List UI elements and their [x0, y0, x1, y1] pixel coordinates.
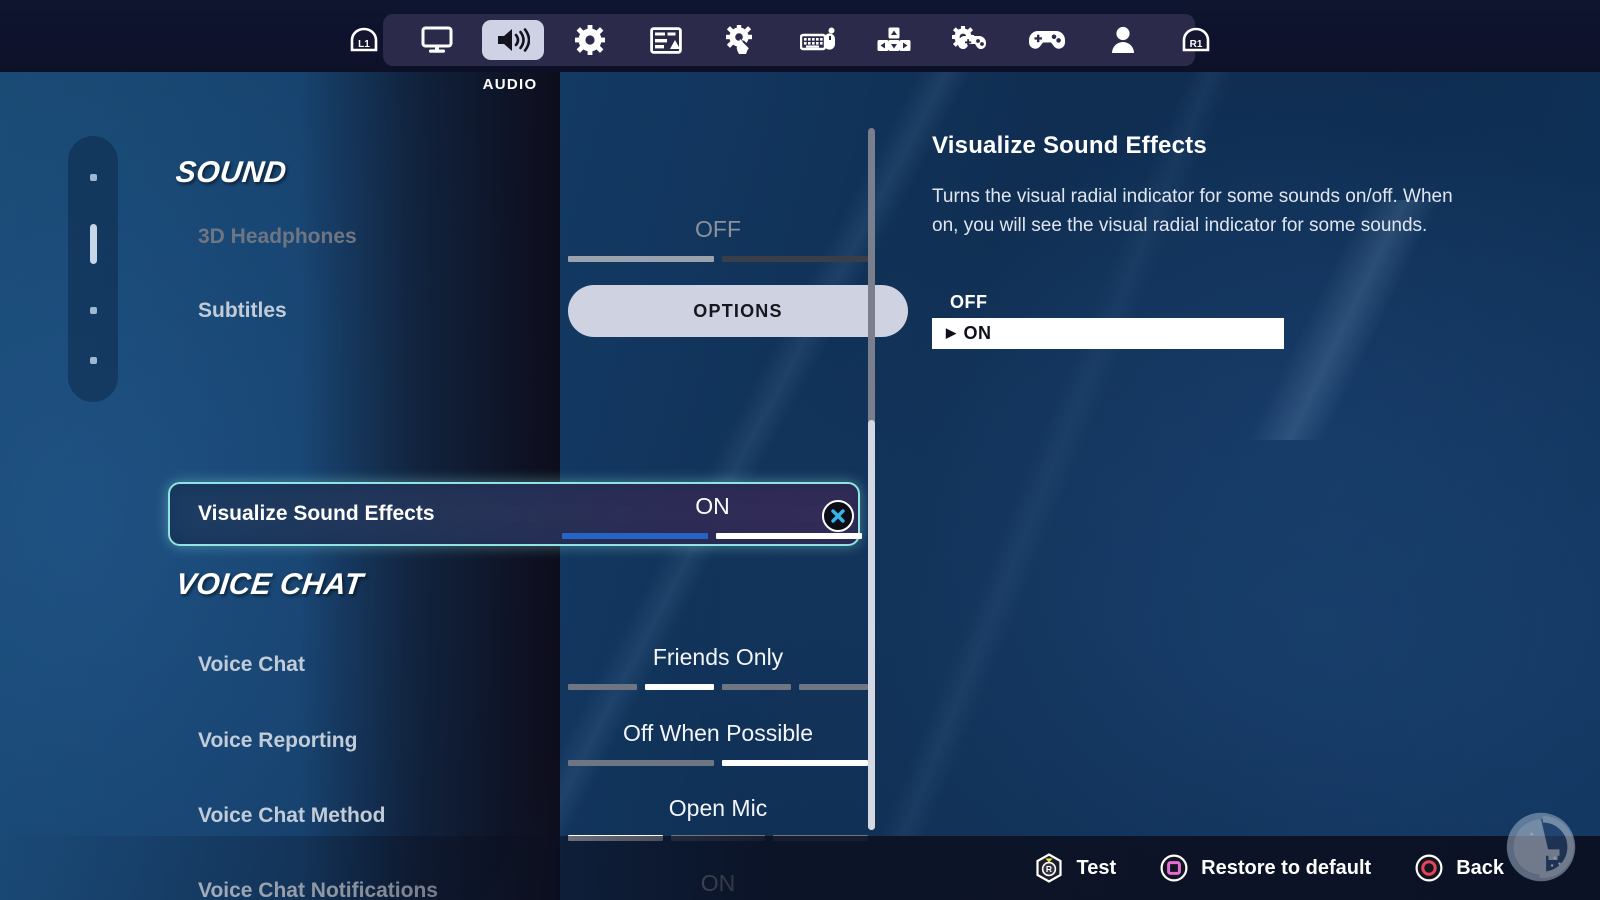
- segment-0: [568, 760, 714, 766]
- detail-options-list: OFF ▶ ON: [932, 287, 1492, 349]
- segment-1: [645, 684, 714, 690]
- active-tab-label: AUDIO: [482, 76, 538, 93]
- page-indicator[interactable]: [68, 136, 118, 402]
- tab-right-bumper[interactable]: R1: [1168, 20, 1224, 60]
- gear-hand-icon: [725, 25, 752, 54]
- ps-cross-button-icon[interactable]: [822, 500, 854, 532]
- speaker-icon: [498, 28, 531, 52]
- gear-icon: [574, 25, 605, 55]
- section-header-voice-chat: VOICE CHAT: [174, 568, 365, 601]
- dpad-keys-icon: [877, 27, 911, 51]
- setting-value: Friends Only: [652, 644, 784, 670]
- tab-account[interactable]: [1092, 20, 1154, 60]
- setting-row-visualize-sound-effects-selected[interactable]: Visualize Sound Effects ON: [168, 482, 863, 546]
- setting-value: ON: [695, 493, 730, 519]
- page-dot-3: [89, 357, 97, 365]
- setting-control[interactable]: Off When Possible: [568, 710, 868, 772]
- segment-1: [722, 760, 868, 766]
- segment-indicator: [568, 684, 868, 690]
- segment-1: [716, 533, 863, 539]
- circle-button-icon: [1415, 854, 1443, 882]
- detail-option-label: ON: [963, 322, 992, 343]
- detail-description: Turns the visual radial indicator for so…: [932, 186, 1453, 237]
- detail-option-on-selected[interactable]: ▶ ON: [932, 317, 1284, 349]
- setting-control[interactable]: OPTIONS: [568, 280, 908, 342]
- setting-value: Open Mic: [668, 795, 768, 821]
- page-dot-0: [89, 173, 97, 181]
- detail-option-label: OFF: [950, 291, 988, 312]
- hud-layout-icon: [649, 26, 682, 54]
- settings-list: SOUND 3D Headphones OFF Subtitles OPTION…: [168, 130, 908, 900]
- setting-label: Voice Chat: [198, 653, 305, 676]
- detail-option-off[interactable]: OFF: [932, 287, 1492, 318]
- tab-controller-config[interactable]: [939, 20, 1001, 60]
- bumper-l1-icon: L1: [350, 27, 378, 52]
- tab-accessibility[interactable]: [711, 20, 773, 60]
- segment-3: [799, 684, 868, 690]
- person-icon: [1111, 26, 1134, 53]
- cross-glyph-icon: [831, 509, 845, 523]
- svg-text:L1: L1: [358, 39, 370, 50]
- setting-label: Subtitles: [198, 299, 287, 322]
- action-restore-to-default[interactable]: Restore to default: [1160, 854, 1371, 882]
- detail-title: Visualize Sound Effects: [932, 132, 1207, 159]
- setting-value: OFF: [695, 216, 741, 242]
- action-label: Back: [1456, 856, 1504, 879]
- detail-panel: Visualize Sound Effects Turns the visual…: [932, 132, 1492, 349]
- controller-icon: [1028, 31, 1065, 49]
- segment-indicator: [568, 760, 868, 766]
- tab-left-bumper[interactable]: L1: [336, 20, 392, 60]
- tab-controller[interactable]: [1016, 20, 1078, 60]
- segment-0: [568, 684, 637, 690]
- svg-text:R1: R1: [1189, 39, 1202, 50]
- setting-control[interactable]: ON: [562, 483, 863, 545]
- segment-0: [562, 533, 709, 539]
- segment-indicator: [568, 256, 868, 262]
- options-button[interactable]: OPTIONS: [568, 285, 908, 337]
- tab-game[interactable]: [559, 20, 621, 60]
- caret-right-icon: ▶: [946, 325, 957, 341]
- section-header-sound: SOUND: [174, 156, 289, 189]
- tab-video[interactable]: [406, 20, 468, 60]
- square-button-icon: [1160, 854, 1188, 882]
- setting-row-voice-chat[interactable]: Voice Chat Friends Only: [170, 634, 870, 696]
- gg-watermark-logo: [1506, 812, 1576, 882]
- action-label: Restore to default: [1201, 856, 1372, 879]
- segment-indicator: [562, 533, 863, 539]
- svg-text:R: R: [1045, 864, 1051, 874]
- action-label: Test: [1076, 856, 1117, 879]
- setting-control[interactable]: OFF: [568, 206, 868, 268]
- bottom-action-bar: R Test Restore to default Back: [0, 836, 1600, 900]
- setting-control[interactable]: Friends Only: [568, 634, 868, 696]
- setting-label: Voice Reporting: [198, 729, 358, 752]
- setting-row-subtitles[interactable]: Subtitles OPTIONS: [170, 280, 908, 342]
- tab-list: L1 R1: [330, 14, 1230, 66]
- bumper-r1-icon: R1: [1182, 27, 1210, 52]
- setting-label: Voice Chat Method: [198, 804, 386, 827]
- top-tab-bar: L1 R1: [0, 0, 1600, 72]
- page-dot-2: [89, 307, 97, 315]
- gear-controller-icon: [952, 26, 987, 50]
- right-stick-icon: R: [1035, 853, 1062, 883]
- setting-value: Off When Possible: [622, 720, 814, 746]
- tab-keyboard-and-mouse[interactable]: [787, 20, 849, 60]
- setting-row-3d-headphones[interactable]: 3D Headphones OFF: [170, 206, 870, 268]
- tab-brightness-hud[interactable]: [635, 20, 697, 60]
- action-back[interactable]: Back: [1415, 854, 1504, 882]
- keyboard-mouse-icon: [800, 27, 836, 51]
- action-test[interactable]: R Test: [1034, 853, 1117, 883]
- tab-audio[interactable]: [482, 20, 545, 60]
- segment-2: [722, 684, 791, 690]
- setting-label: 3D Headphones: [198, 225, 357, 248]
- segment-0: [568, 256, 714, 262]
- monitor-icon: [421, 26, 453, 53]
- page-dot-1-active: [89, 223, 97, 264]
- segment-1: [722, 256, 868, 262]
- tab-keybinds[interactable]: [863, 20, 925, 60]
- scrollbar-thumb[interactable]: [868, 420, 875, 830]
- setting-row-voice-reporting[interactable]: Voice Reporting Off When Possible: [170, 710, 870, 772]
- setting-label: Visualize Sound Effects: [198, 502, 435, 525]
